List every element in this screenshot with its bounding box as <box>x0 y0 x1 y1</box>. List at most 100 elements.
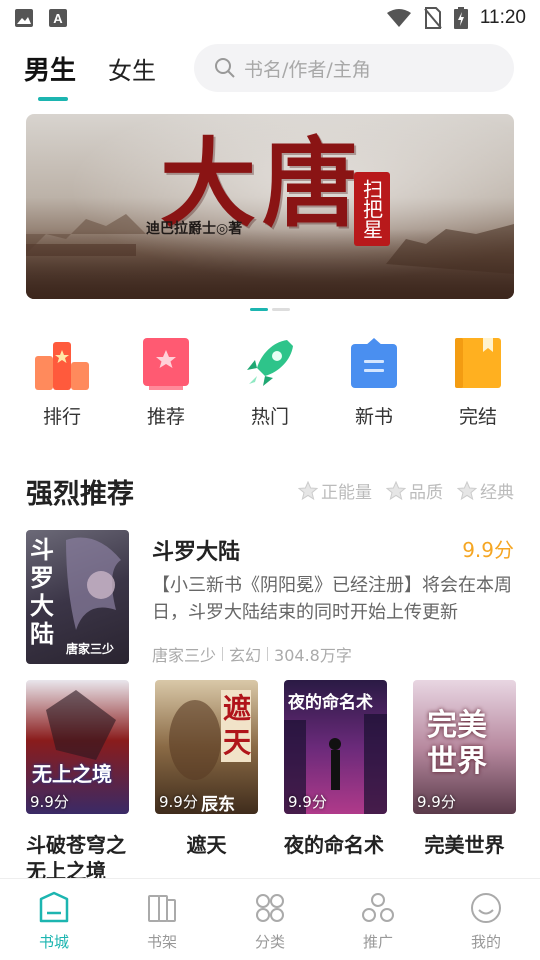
filter-positive[interactable]: 正能量 <box>298 478 372 503</box>
book-score: 9.9分 <box>159 793 198 811</box>
book-score: 9.9分 <box>288 793 327 811</box>
book-card[interactable]: 完美世界 9.9分 完美世界 <box>413 680 516 884</box>
featured-words: 304.8万字 <box>274 646 352 665</box>
category-row: 排行 推荐 热门 新书 完结 <box>10 336 530 429</box>
category-icon <box>256 894 284 922</box>
battery-charging-icon <box>453 7 468 29</box>
book-cover-title: 遮天 <box>221 690 251 762</box>
nav-category[interactable]: 分类 <box>216 879 324 960</box>
book-title[interactable]: 夜的命名术 <box>284 832 387 884</box>
search-icon <box>215 58 235 78</box>
filter-quality[interactable]: 品质 <box>386 478 443 503</box>
meta-divider <box>222 647 224 661</box>
star-icon <box>298 480 318 500</box>
category-new[interactable]: 新书 <box>322 336 426 429</box>
bookshelf-icon <box>148 895 176 922</box>
featured-author: 唐家三少 <box>152 646 217 665</box>
featured-book-meta: 唐家三少 玄幻 304.8万字 <box>152 642 352 666</box>
book-grid: 无上之境 9.9分 斗破苍穹之无上之境 遮天 辰东 9.9分 遮天 夜的命名术 … <box>26 680 516 884</box>
filter-label: 正能量 <box>321 483 372 503</box>
carousel-dot-active <box>250 308 268 311</box>
featured-cover-author: 唐家三少 <box>66 642 115 656</box>
nav-promote[interactable]: 推广 <box>324 879 432 960</box>
tab-female-label: 女生 <box>108 56 157 85</box>
filter-label: 经典 <box>480 483 514 503</box>
font-icon: A <box>49 9 67 27</box>
category-recommend[interactable]: 推荐 <box>114 336 218 429</box>
category-label: 完结 <box>458 406 497 428</box>
search-placeholder: 书名/作者/主角 <box>244 58 371 81</box>
section-filters: 正能量 品质 经典 <box>298 478 514 503</box>
section-title: 强烈推荐 <box>26 479 134 510</box>
gallery-icon <box>15 9 33 27</box>
book-cover-title: 夜的命名术 <box>288 693 373 713</box>
clock: 11:20 <box>479 7 526 28</box>
book-score: 9.9分 <box>30 793 69 811</box>
book-cover-title: 无上之境 <box>32 762 112 786</box>
category-label: 排行 <box>42 406 81 428</box>
carousel-dot <box>272 308 290 311</box>
meta-divider <box>267 647 269 661</box>
profile-icon <box>471 893 501 923</box>
book-cover[interactable]: 夜的命名术 9.9分 <box>284 680 387 814</box>
finished-book-icon <box>455 338 501 388</box>
banner-author: 迪巴拉爵士◎著 <box>146 221 243 237</box>
featured-book-title[interactable]: 斗罗大陆 <box>152 534 240 566</box>
filter-label: 品质 <box>409 483 443 503</box>
category-ranking[interactable]: 排行 <box>10 336 114 429</box>
featured-book-score: 9.9分 <box>462 538 514 562</box>
header: 男生 女生 书名/作者/主角 <box>0 44 540 101</box>
book-card[interactable]: 夜的命名术 9.9分 夜的命名术 <box>284 680 387 884</box>
new-book-icon <box>351 338 397 388</box>
book-score: 9.9分 <box>417 793 456 811</box>
promote-icon <box>362 893 394 922</box>
book-cover[interactable]: 无上之境 9.9分 <box>26 680 129 814</box>
svg-text:A: A <box>53 11 63 26</box>
book-title[interactable]: 完美世界 <box>413 832 516 884</box>
book-cover[interactable]: 遮天 辰东 9.9分 <box>155 680 258 814</box>
book-cover-title: 完美世界 <box>427 708 487 779</box>
search-input[interactable]: 书名/作者/主角 <box>194 44 514 92</box>
star-icon <box>386 480 406 500</box>
book-title[interactable]: 遮天 <box>155 832 258 884</box>
filter-classic[interactable]: 经典 <box>457 478 514 503</box>
tab-indicator <box>38 96 68 101</box>
featured-book-description: 【小三新书《阴阳冕》已经注册】将会在本周日，斗罗大陆结束的同时开始上传更新 <box>152 575 512 623</box>
carousel-indicator <box>250 308 290 311</box>
category-finished[interactable]: 完结 <box>426 336 530 429</box>
book-title[interactable]: 斗破苍穹之无上之境 <box>26 832 129 884</box>
category-label: 热门 <box>250 406 289 428</box>
nav-label: 分类 <box>254 933 285 951</box>
book-card[interactable]: 无上之境 9.9分 斗破苍穹之无上之境 <box>26 680 129 884</box>
category-label: 推荐 <box>146 406 185 428</box>
tab-female[interactable]: 女生 <box>108 51 156 86</box>
no-sim-icon <box>424 7 442 29</box>
banner-seal: 扫把星 <box>354 172 390 246</box>
star-icon <box>457 480 477 500</box>
nav-label: 我的 <box>470 933 501 951</box>
featured-cover-title: 斗罗大陆 <box>30 535 54 648</box>
nav-label: 推广 <box>362 933 393 951</box>
bookstore-icon <box>39 891 69 923</box>
category-label: 新书 <box>354 406 393 428</box>
featured-genre: 玄幻 <box>229 646 262 665</box>
rocket-icon <box>247 340 293 388</box>
nav-profile[interactable]: 我的 <box>432 879 540 960</box>
bottom-nav: 书城 书架 分类 推广 我的 <box>0 878 540 960</box>
wifi-icon <box>386 9 411 27</box>
book-card[interactable]: 遮天 辰东 9.9分 遮天 <box>155 680 258 884</box>
book-cover-author: 辰东 <box>201 795 235 814</box>
featured-book-cover[interactable]: 斗罗大陆 唐家三少 <box>26 530 129 664</box>
status-bar: A 11:20 <box>0 0 540 36</box>
nav-bookstore[interactable]: 书城 <box>0 879 108 960</box>
category-hot[interactable]: 热门 <box>218 336 322 429</box>
tab-male[interactable]: 男生 <box>24 50 77 101</box>
tab-male-label: 男生 <box>24 55 77 86</box>
book-cover[interactable]: 完美世界 9.9分 <box>413 680 516 814</box>
ranking-icon <box>35 342 89 390</box>
nav-bookshelf[interactable]: 书架 <box>108 879 216 960</box>
nav-label: 书城 <box>38 933 69 951</box>
banner-carousel[interactable]: 大唐 扫把星 迪巴拉爵士◎著 <box>26 114 514 299</box>
nav-label: 书架 <box>146 933 177 951</box>
recommend-icon <box>143 338 189 390</box>
